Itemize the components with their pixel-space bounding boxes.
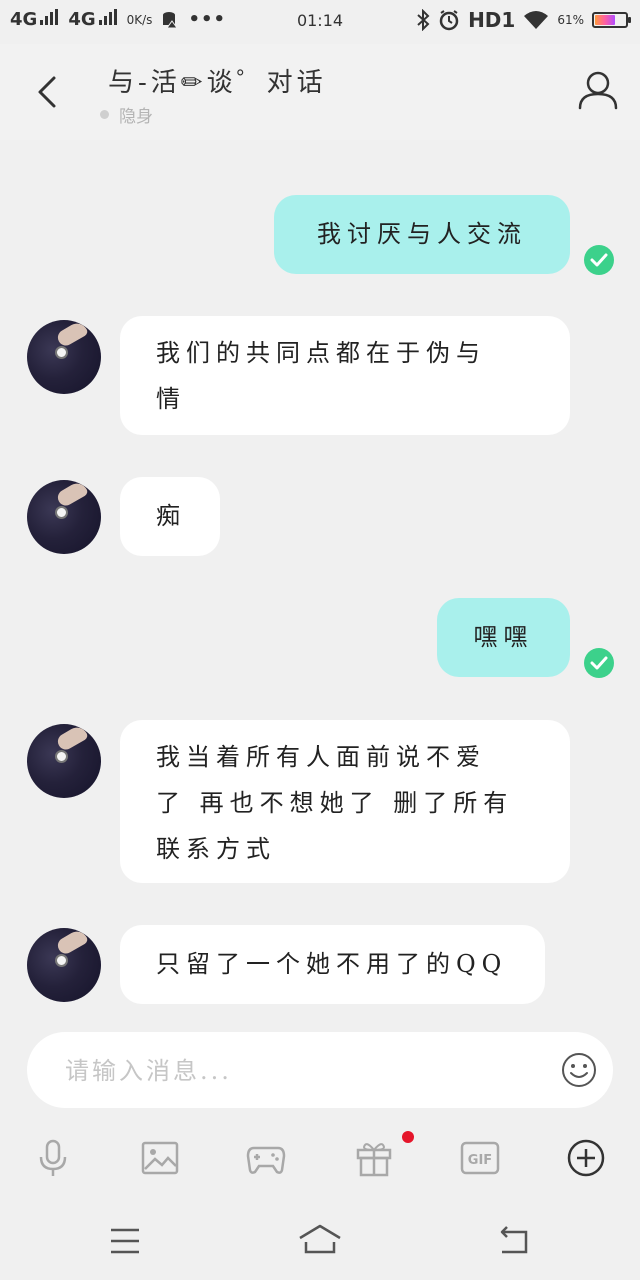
more-options-button[interactable] (566, 1138, 606, 1178)
delivered-check-icon (584, 648, 614, 678)
message-input[interactable] (63, 1050, 537, 1092)
nav-menu-button[interactable] (103, 1220, 147, 1260)
presence-dot (100, 110, 109, 119)
status-bar: 4G 4G 0K/s ••• 01:14 HD1 61% (0, 0, 640, 44)
plus-icon (567, 1139, 605, 1177)
contact-avatar[interactable] (27, 928, 101, 1002)
message-bubble-incoming[interactable]: 只留了一个她不用了的QQ (120, 925, 545, 1004)
emoji-icon (562, 1053, 596, 1087)
voice-button[interactable] (33, 1138, 73, 1178)
bluetooth-icon (417, 9, 430, 31)
contact-avatar[interactable] (27, 480, 101, 554)
wifi-icon (524, 11, 549, 29)
presence-label: 隐身 (119, 107, 153, 127)
message-bubble-outgoing[interactable]: 我讨厌与人交流 (274, 195, 570, 274)
alarm-icon (439, 10, 459, 31)
message-bubble-incoming[interactable]: 我们的共同点都在于伪与 情 (120, 316, 570, 435)
message-text: 我讨厌与人交流 (317, 220, 527, 248)
contact-avatar[interactable] (27, 724, 101, 798)
nav-back-button[interactable] (494, 1220, 538, 1260)
user-icon (578, 71, 618, 110)
profile-button[interactable] (576, 68, 620, 112)
menu-icon (111, 1228, 139, 1254)
emoji-button[interactable] (561, 1052, 597, 1088)
message-line: 我当着所有人面前说不爱 (156, 743, 486, 771)
message-input-bar (27, 1032, 613, 1108)
message-bubble-incoming[interactable]: 痴 (120, 477, 220, 556)
message-line: 我们的共同点都在于伪与 (156, 339, 486, 367)
message-line: 联系方式 (156, 835, 276, 863)
message-bubble-incoming[interactable]: 我当着所有人面前说不爱 了 再也不想她了 删了所有 联系方式 (120, 720, 570, 883)
gift-notification-dot (402, 1131, 414, 1143)
gif-button[interactable]: GIF (460, 1138, 500, 1178)
back-button[interactable] (28, 70, 68, 114)
battery-icon (592, 12, 631, 28)
message-text: 痴 (156, 502, 186, 530)
gift-button[interactable] (354, 1138, 394, 1178)
microphone-icon (39, 1139, 67, 1176)
gif-icon: GIF (460, 1141, 500, 1175)
nav-home-button[interactable] (298, 1220, 342, 1260)
message-bubble-outgoing[interactable]: 嘿嘿 (437, 598, 570, 677)
status-bar-right: HD1 61% (416, 8, 631, 32)
chat-title: 与-活✏谈゜对话 (108, 68, 327, 98)
contact-avatar[interactable] (27, 320, 101, 394)
hd-indicator: HD1 (468, 8, 516, 32)
message-line: 情 (156, 385, 186, 413)
gift-icon (356, 1143, 392, 1177)
message-text: 嘿嘿 (473, 623, 534, 651)
image-icon (141, 1141, 179, 1175)
gif-label: GIF (468, 1153, 492, 1168)
back-nav-icon (500, 1226, 528, 1254)
chat-header: 与-活✏谈゜对话 隐身 (0, 44, 640, 140)
message-text: 只留了一个她不用了的QQ (156, 950, 508, 978)
home-icon (299, 1224, 341, 1254)
battery-level (595, 15, 615, 25)
chat-toolbar: GIF (0, 1130, 640, 1186)
system-nav-bar (0, 1200, 640, 1280)
game-icon (246, 1146, 286, 1174)
message-line: 了 再也不想她了 删了所有 (156, 789, 514, 817)
game-button[interactable] (246, 1138, 286, 1178)
delivered-check-icon (584, 245, 614, 275)
presence-status: 隐身 (100, 102, 153, 127)
image-button[interactable] (140, 1138, 180, 1178)
battery-percent: 61% (557, 13, 584, 27)
chevron-left-icon (38, 76, 56, 108)
